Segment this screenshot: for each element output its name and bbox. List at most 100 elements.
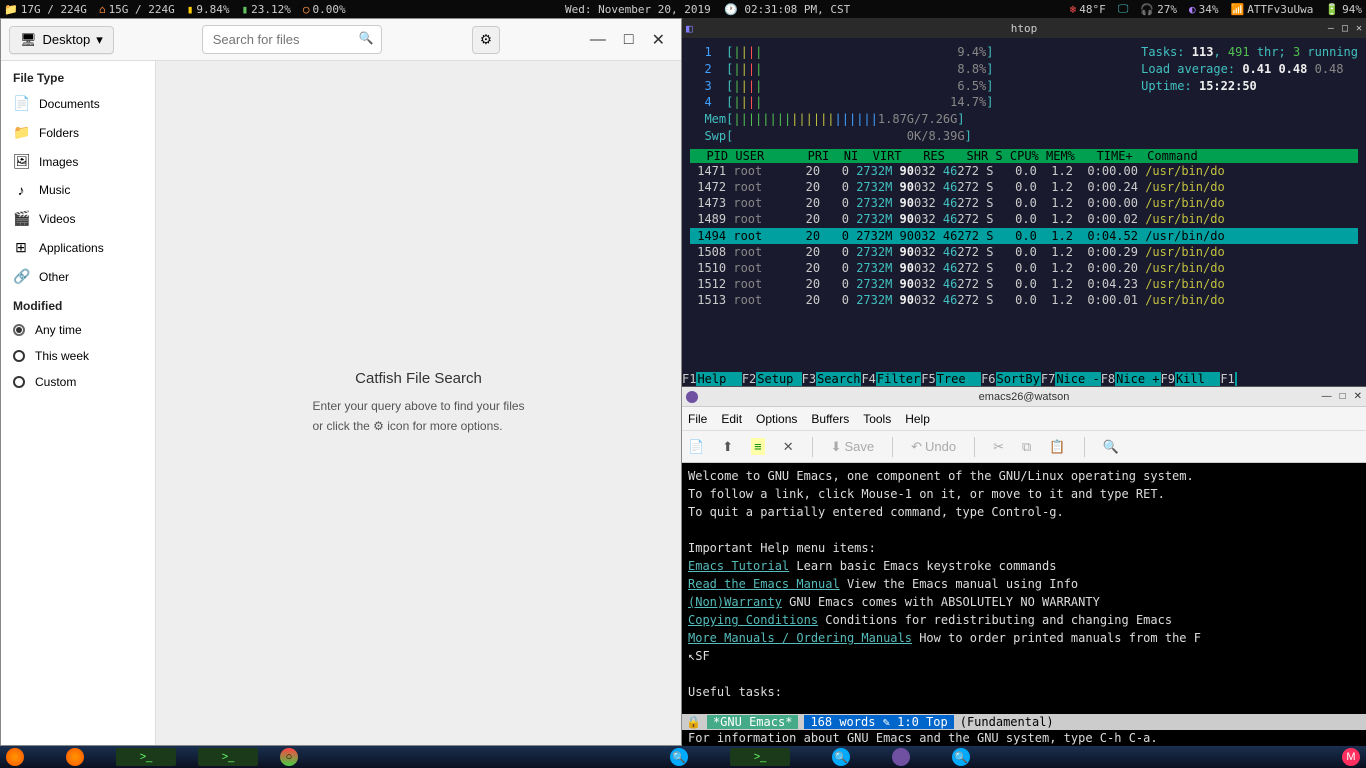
save-button[interactable]: ⬇ Save xyxy=(831,439,875,455)
emacs-link[interactable]: Emacs Tutorial xyxy=(688,559,789,573)
label: Applications xyxy=(39,241,104,255)
label: Images xyxy=(39,155,78,169)
modified-any-time[interactable]: Any time xyxy=(1,317,155,343)
minimize-button[interactable]: — xyxy=(1322,391,1332,402)
images-icon: 🖼 xyxy=(13,153,29,170)
task-blue-1[interactable]: 🔍 xyxy=(670,748,688,766)
emacs-line: To quit a partially entered command, typ… xyxy=(688,503,1360,521)
filetype-applications[interactable]: ⊞ Applications xyxy=(1,233,155,262)
terminal-task-3[interactable]: >_ xyxy=(730,748,790,766)
emacs-toolbar: 📄 ⬆ ≡ ✕ ⬇ Save ↶ Undo ✂ ⧉ 📋 🔍 xyxy=(682,431,1366,463)
label: Custom xyxy=(35,375,76,389)
disk-usage-1: 📁17G / 224G xyxy=(4,3,87,16)
process-row[interactable]: 1510 root 20 0 2732M 90032 46272 S 0.0 1… xyxy=(690,260,1358,276)
filetype-videos[interactable]: 🎬Videos xyxy=(1,204,155,233)
process-row[interactable]: 1508 root 20 0 2732M 90032 46272 S 0.0 1… xyxy=(690,244,1358,260)
search-button[interactable]: 🔍 xyxy=(1103,439,1119,455)
emacs-link[interactable]: More Manuals / Ordering Manuals xyxy=(688,631,912,645)
desktop-icon: 🖥 xyxy=(20,32,37,48)
emacs-link[interactable]: (Non)Warranty xyxy=(688,595,782,609)
temp-widget: ❄48°F xyxy=(1070,2,1106,16)
process-row[interactable]: 1494 root 20 0 2732M 90032 46272 S 0.0 1… xyxy=(690,228,1358,244)
firefox-task[interactable] xyxy=(66,748,84,766)
close-button[interactable]: ✕ xyxy=(1356,23,1362,34)
minimize-button[interactable]: — xyxy=(1328,23,1334,34)
brightness-widget: ◐34% xyxy=(1189,2,1219,16)
settings-button[interactable]: ⚙ xyxy=(472,26,500,54)
menu-help[interactable]: Help xyxy=(905,412,930,426)
menu-file[interactable]: File xyxy=(688,412,707,426)
paste-button[interactable]: 📋 xyxy=(1049,439,1065,455)
modified-this-week[interactable]: This week xyxy=(1,343,155,369)
process-row[interactable]: 1472 root 20 0 2732M 90032 46272 S 0.0 1… xyxy=(690,179,1358,195)
process-row[interactable]: 1473 root 20 0 2732M 90032 46272 S 0.0 1… xyxy=(690,195,1358,211)
open-button[interactable]: ⬆ xyxy=(722,439,733,455)
tasks-count: 113 xyxy=(1192,45,1214,59)
menu-tools[interactable]: Tools xyxy=(863,412,891,426)
filetype-documents[interactable]: 📄Documents xyxy=(1,89,155,118)
search-input[interactable] xyxy=(202,25,382,54)
terminal-task-1[interactable]: >_ xyxy=(116,748,176,766)
close-file-button[interactable]: ✕ xyxy=(783,439,794,455)
menu-buffers[interactable]: Buffers xyxy=(811,412,849,426)
minibuffer[interactable]: For information about GNU Emacs and the … xyxy=(682,730,1366,746)
cut-button[interactable]: ✂ xyxy=(993,439,1004,455)
top-status-bar: 📁17G / 224G ⌂15G / 224G ▮9.84% ▮23.12% ○… xyxy=(0,0,1366,18)
link-desc: View the Emacs manual using Info xyxy=(847,577,1078,591)
filetype-music[interactable]: ♪Music xyxy=(1,176,155,204)
process-row[interactable]: 1471 root 20 0 2732M 90032 46272 S 0.0 1… xyxy=(690,163,1358,179)
process-row[interactable]: 1513 root 20 0 2732M 90032 46272 S 0.0 1… xyxy=(690,292,1358,308)
close-button[interactable]: ✕ xyxy=(1354,391,1362,402)
maximize-button[interactable]: □ xyxy=(624,31,634,49)
chevron-down-icon: ▾ xyxy=(96,32,103,48)
emacs-heading: Important Help menu items: xyxy=(688,539,1360,557)
applications-icon: ⊞ xyxy=(13,239,29,256)
maximize-button[interactable]: □ xyxy=(1342,23,1348,34)
emacs-task[interactable] xyxy=(892,748,910,766)
maximize-button[interactable]: □ xyxy=(1340,391,1346,402)
htop-function-keys[interactable]: F1Help F2Setup F3SearchF4FilterF5Tree F6… xyxy=(682,372,1366,386)
dired-button[interactable]: ≡ xyxy=(751,438,765,455)
catfish-titlebar: 🖥 Desktop ▾ 🔍 ⚙ — □ ✕ xyxy=(1,19,681,61)
firefox-launcher[interactable] xyxy=(6,748,24,766)
emacs-line: Welcome to GNU Emacs, one component of t… xyxy=(688,467,1360,485)
search-field: 🔍 xyxy=(202,25,382,54)
cursor-position: 1:0 Top xyxy=(897,715,948,729)
folders-icon: 📁 xyxy=(13,124,29,141)
process-row[interactable]: 1489 root 20 0 2732M 90032 46272 S 0.0 1… xyxy=(690,211,1358,227)
filetype-other[interactable]: 🔗Other xyxy=(1,262,155,291)
swap-widget: ○0.00% xyxy=(303,3,346,16)
emacs-buffer[interactable]: Welcome to GNU Emacs, one component of t… xyxy=(682,463,1366,714)
documents-icon: 📄 xyxy=(13,95,29,112)
terminal-task-2[interactable]: >_ xyxy=(198,748,258,766)
folder-selector-button[interactable]: 🖥 Desktop ▾ xyxy=(9,26,114,54)
copy-button[interactable]: ⧉ xyxy=(1022,439,1031,455)
mega-tray[interactable]: M xyxy=(1342,748,1360,766)
filetype-folders[interactable]: 📁Folders xyxy=(1,118,155,147)
monitor-icon: 🖵 xyxy=(1118,2,1129,16)
search-icon[interactable]: 🔍 xyxy=(359,31,374,45)
task-blue-2[interactable]: 🔍 xyxy=(832,748,850,766)
gear-icon-inline: ⚙ xyxy=(373,419,384,433)
menu-options[interactable]: Options xyxy=(756,412,797,426)
close-button[interactable]: ✕ xyxy=(652,30,665,50)
emacs-link[interactable]: Copying Conditions xyxy=(688,613,818,627)
uptime-value: 15:22:50 xyxy=(1199,79,1257,93)
new-file-button[interactable]: 📄 xyxy=(688,439,704,455)
clock-icon xyxy=(13,350,25,362)
filetype-images[interactable]: 🖼 Images xyxy=(1,147,155,176)
task-blue-3[interactable]: 🔍 xyxy=(952,748,970,766)
chromium-task[interactable]: ○ xyxy=(280,748,298,766)
minimize-button[interactable]: — xyxy=(590,31,606,49)
modified-custom[interactable]: Custom xyxy=(1,369,155,395)
label: Other xyxy=(39,270,69,284)
undo-button[interactable]: ↶ Undo xyxy=(911,439,956,455)
section-file-type: File Type xyxy=(1,67,155,89)
emacs-link[interactable]: Read the Emacs Manual xyxy=(688,577,840,591)
emacs-window: emacs26@watson —□✕ FileEditOptionsBuffer… xyxy=(682,386,1366,746)
process-row[interactable]: 1512 root 20 0 2732M 90032 46272 S 0.0 1… xyxy=(690,276,1358,292)
menu-edit[interactable]: Edit xyxy=(721,412,742,426)
htop-header[interactable]: PID USER PRI NI VIRT RES SHR S CPU% MEM%… xyxy=(690,149,1358,163)
link-desc: GNU Emacs comes with ABSOLUTELY NO WARRA… xyxy=(789,595,1100,609)
running-count: 3 xyxy=(1293,45,1300,59)
